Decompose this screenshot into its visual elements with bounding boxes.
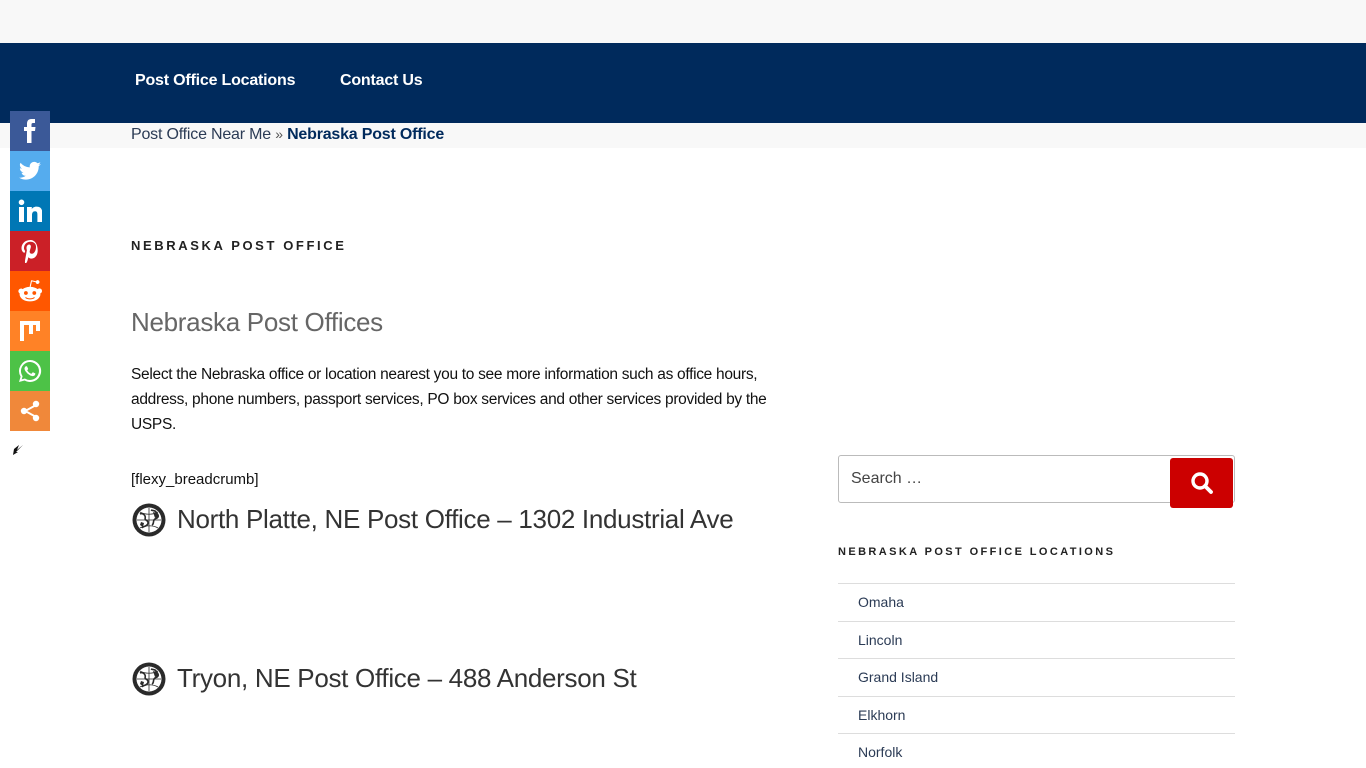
globe-icon (132, 503, 166, 537)
share-reddit-button[interactable] (10, 271, 50, 311)
search-form (838, 455, 1235, 508)
list-item: Grand Island (838, 659, 1235, 697)
page-title: NEBRASKA POST OFFICE (131, 238, 347, 253)
locations-list: Omaha Lincoln Grand Island Elkhorn Norfo… (838, 583, 1235, 768)
entry-heading: Nebraska Post Offices (131, 307, 383, 337)
breadcrumb-home-link[interactable]: Post Office Near Me (131, 126, 271, 143)
linkedin-icon (18, 199, 42, 222)
location-link-norfolk[interactable]: Norfolk (858, 744, 902, 760)
shortcode-text: [flexy_breadcrumb] (131, 471, 259, 488)
list-item: Elkhorn (838, 697, 1235, 734)
location-link-elkhorn[interactable]: Elkhorn (858, 707, 905, 723)
share-whatsapp-button[interactable] (10, 351, 50, 391)
globe-icon (132, 662, 166, 696)
share-icon (20, 400, 40, 422)
search-button[interactable] (1170, 458, 1233, 508)
location-link-lincoln[interactable]: Lincoln (858, 632, 902, 648)
hide-share-bar-icon[interactable] (11, 443, 25, 457)
office-link[interactable]: North Platte, NE Post Office – 1302 Indu… (131, 501, 747, 538)
breadcrumb-separator: » (275, 126, 283, 142)
share-pinterest-button[interactable] (10, 231, 50, 271)
main-navigation: Post Office Locations Contact Us (0, 43, 1366, 123)
share-facebook-button[interactable] (10, 111, 50, 151)
office-title: Tryon, NE Post Office – 488 Anderson St (177, 663, 637, 693)
mix-icon (20, 321, 40, 341)
search-icon (1190, 472, 1213, 494)
pinterest-icon (21, 240, 38, 263)
breadcrumb-current: Nebraska Post Office (287, 126, 445, 143)
widget-title: NEBRASKA POST OFFICE LOCATIONS (838, 546, 1116, 558)
share-twitter-button[interactable] (10, 151, 50, 191)
list-item: Lincoln (838, 622, 1235, 659)
nav-contact-us[interactable]: Contact Us (340, 72, 423, 90)
share-linkedin-button[interactable] (10, 191, 50, 231)
office-title: North Platte, NE Post Office – 1302 Indu… (177, 504, 734, 534)
breadcrumb-bar: Post Office Near Me » Nebraska Post Offi… (0, 123, 1366, 148)
list-item: Omaha (838, 584, 1235, 622)
location-link-grand-island[interactable]: Grand Island (858, 669, 938, 685)
breadcrumb: Post Office Near Me » Nebraska Post Offi… (131, 126, 444, 144)
office-link[interactable]: Tryon, NE Post Office – 488 Anderson St (131, 660, 747, 697)
share-more-button[interactable] (10, 391, 50, 431)
top-strip (0, 0, 1366, 43)
social-share-bar (10, 111, 50, 431)
whatsapp-icon (19, 359, 42, 382)
nav-post-office-locations[interactable]: Post Office Locations (135, 72, 295, 90)
intro-paragraph: Select the Nebraska office or location n… (131, 366, 767, 433)
facebook-icon (24, 119, 36, 143)
location-link-omaha[interactable]: Omaha (858, 594, 904, 610)
reddit-icon (18, 280, 42, 302)
twitter-icon (19, 161, 41, 180)
list-item: Norfolk (838, 734, 1235, 768)
share-mix-button[interactable] (10, 311, 50, 351)
